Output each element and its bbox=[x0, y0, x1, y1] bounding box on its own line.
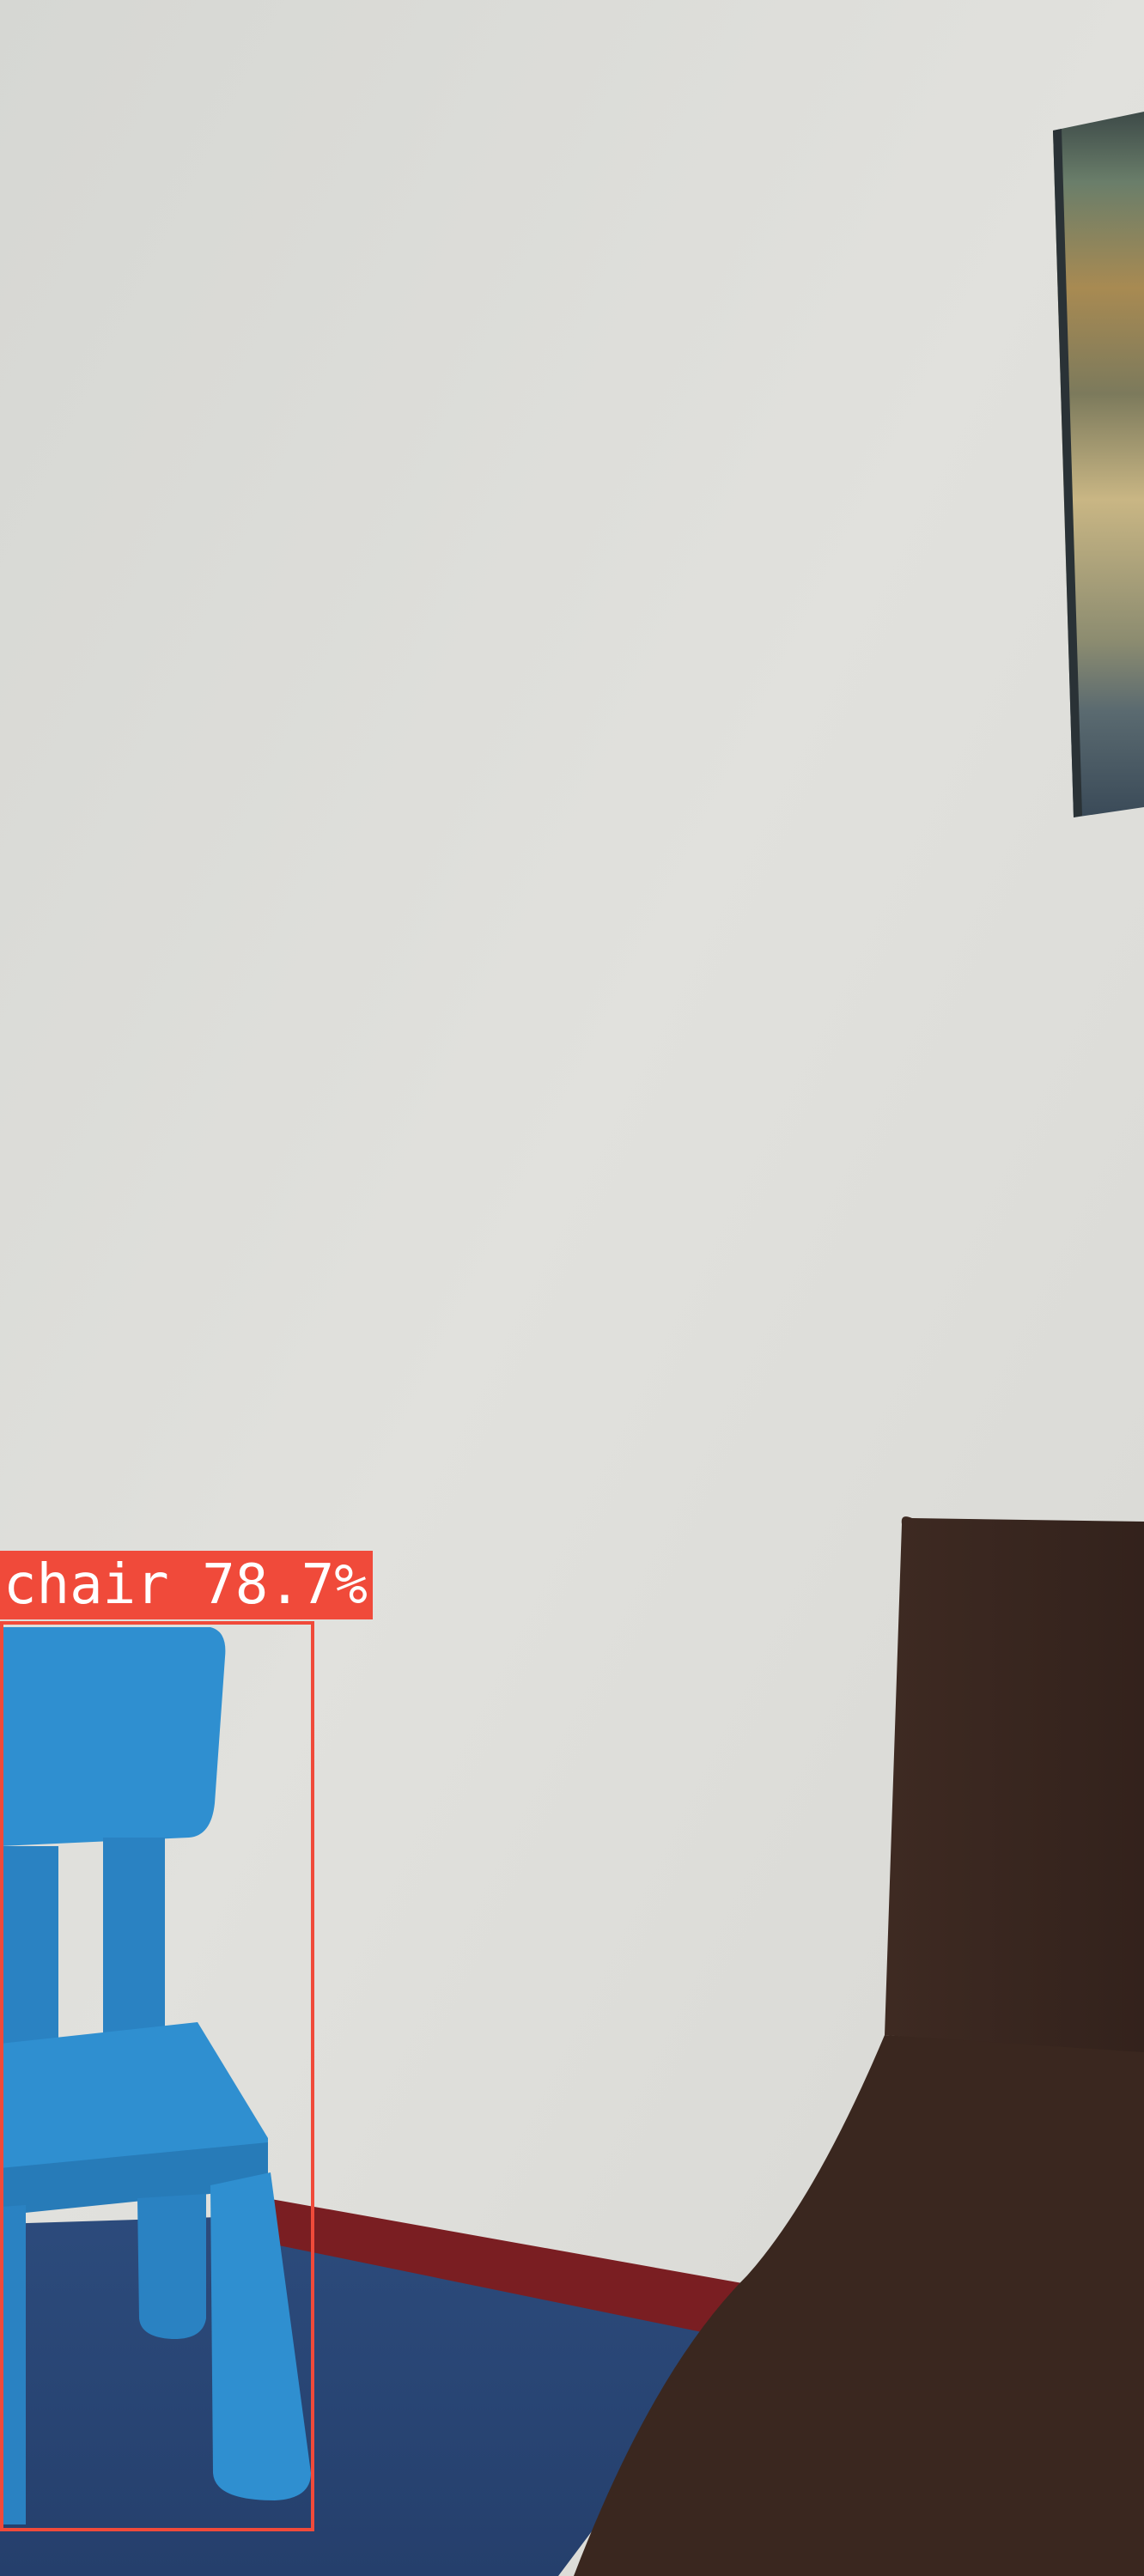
chair-spindle bbox=[103, 1838, 165, 2044]
detection-label: chair 78.7% bbox=[0, 1551, 373, 1619]
photo-scene: chair 78.7% bbox=[0, 0, 1144, 2576]
chair-backrest bbox=[0, 1627, 226, 1846]
chair-leg bbox=[0, 2205, 26, 2524]
scene-photo bbox=[0, 0, 1144, 2576]
sofa-back bbox=[885, 1516, 1144, 2057]
chair-leg bbox=[137, 2194, 206, 2340]
chair-spindle bbox=[0, 1846, 58, 2052]
